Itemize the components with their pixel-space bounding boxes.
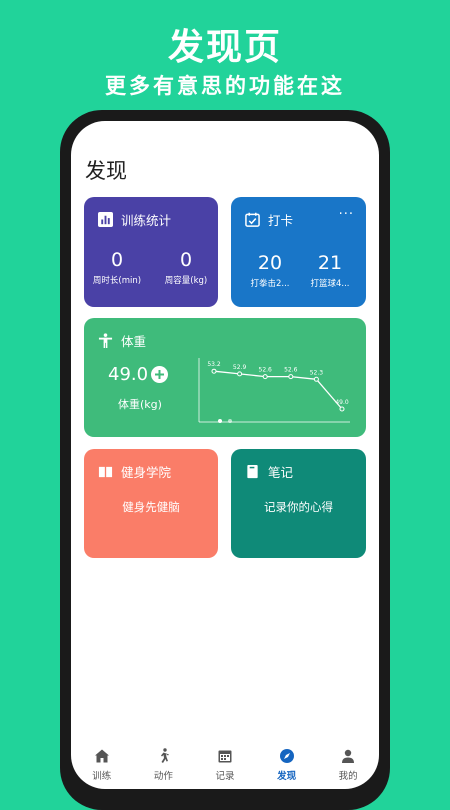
- calendar-check-icon: [245, 212, 260, 227]
- weight-label: 体重(kg): [118, 398, 162, 411]
- weekly-volume-label: 周容量(kg): [164, 276, 208, 286]
- calendar-icon: [218, 750, 232, 763]
- nav-item-discover[interactable]: 发现: [256, 734, 318, 789]
- weight-title: 体重: [121, 334, 147, 349]
- weight-data-label: 52.3: [310, 369, 324, 376]
- home-icon: [94, 749, 109, 763]
- notes-title: 笔记: [268, 465, 294, 480]
- weight-data-point: [339, 406, 345, 412]
- pager-dot[interactable]: [218, 419, 222, 423]
- bottom-nav: 训练 动作 记录 发现 我的: [71, 734, 379, 789]
- checkin-boxing-label: 打拳击2...: [250, 279, 290, 289]
- nav-label-training: 训练: [92, 771, 112, 782]
- checkin-stat-boxing: 20 打拳击2...: [245, 252, 295, 289]
- academy-title: 健身学院: [121, 465, 172, 480]
- weight-data-label: 52.9: [233, 364, 247, 371]
- checkin-boxing-value: 20: [257, 252, 283, 274]
- nav-item-records[interactable]: 记录: [194, 734, 256, 789]
- bar-chart-icon: [98, 212, 113, 227]
- academy-subtitle: 健身先健脑: [122, 500, 180, 514]
- notebook-icon: [245, 464, 260, 479]
- weight-chart: 53.2 52.9 52.6 52.6 52.3 49.0: [198, 358, 350, 423]
- runner-icon: [161, 748, 170, 763]
- nav-label-profile: 我的: [338, 771, 358, 782]
- nav-item-exercises[interactable]: 动作: [133, 734, 195, 789]
- weight-series-line: [213, 370, 343, 410]
- weight-data-label: 52.6: [259, 367, 273, 374]
- weight-data-label: 53.2: [207, 361, 221, 368]
- person-standing-icon: [98, 333, 113, 348]
- weekly-duration-value: 0: [110, 249, 124, 271]
- nav-label-exercises: 动作: [153, 771, 173, 782]
- weight-data-point: [211, 368, 217, 374]
- checkin-card[interactable]: 打卡 ··· 20 打拳击2... 21 打篮球4...: [231, 197, 366, 307]
- weekly-volume-value: 0: [179, 249, 193, 271]
- weight-data-point: [288, 374, 294, 380]
- promo-title: 发现页: [167, 27, 282, 68]
- person-icon: [342, 749, 355, 763]
- book-icon: [98, 464, 113, 479]
- pager-dot[interactable]: [228, 419, 232, 423]
- training-stats-title: 训练统计: [121, 213, 172, 228]
- weight-data-point: [313, 376, 319, 382]
- weight-data-label: 52.6: [284, 367, 298, 374]
- weekly-duration-stat: 0 周时长(min): [92, 249, 142, 286]
- checkin-basketball-label: 打篮球4...: [310, 279, 350, 289]
- notes-subtitle: 记录你的心得: [264, 500, 333, 514]
- weekly-duration-label: 周时长(min): [92, 276, 142, 286]
- academy-card[interactable]: 健身学院 健身先健脑: [84, 449, 218, 558]
- weight-data-point: [262, 374, 268, 380]
- more-icon[interactable]: ···: [339, 207, 354, 222]
- notes-card[interactable]: 笔记 记录你的心得: [231, 449, 366, 558]
- nav-item-training[interactable]: 训练: [71, 734, 133, 789]
- nav-item-profile[interactable]: 我的: [317, 734, 379, 789]
- app-screen: 发现 训练统计 0 周时长(min) 0 周容量(kg) 打卡 ··· 20 打: [71, 121, 379, 789]
- weight-value: 49.0: [108, 364, 149, 385]
- checkin-basketball-value: 21: [317, 252, 343, 274]
- weekly-volume-stat: 0 周容量(kg): [160, 249, 212, 286]
- checkin-stat-basketball: 21 打篮球4...: [304, 252, 356, 289]
- nav-label-discover: 发现: [277, 771, 297, 782]
- promo-subtitle: 更多有意思的功能在这: [105, 74, 345, 98]
- nav-label-records: 记录: [215, 771, 235, 782]
- page-title: 发现: [85, 159, 127, 183]
- weight-data-point: [237, 371, 243, 377]
- training-stats-card[interactable]: 训练统计 0 周时长(min) 0 周容量(kg): [84, 197, 218, 307]
- weight-data-label: 49.0: [335, 399, 349, 406]
- compass-icon: [279, 749, 294, 763]
- pager-dots: [84, 419, 366, 423]
- weight-card[interactable]: 体重 49.0 体重(kg) 53.2 52.9 52.6 52.6 52.3 49.0: [84, 318, 366, 437]
- plus-icon[interactable]: [151, 366, 168, 383]
- checkin-title: 打卡: [268, 213, 294, 228]
